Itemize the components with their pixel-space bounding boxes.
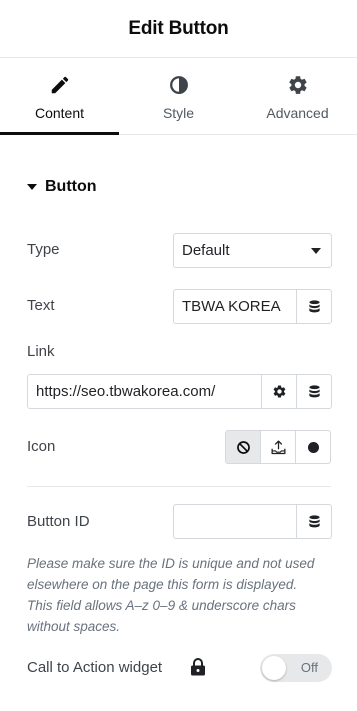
caret-down-icon	[27, 184, 37, 190]
type-label: Type	[27, 241, 60, 258]
tab-advanced[interactable]: Advanced	[238, 58, 357, 134]
divider	[27, 486, 331, 487]
button-id-dynamic-tags-button[interactable]	[296, 505, 331, 538]
database-icon	[308, 515, 320, 528]
icon-option-upload[interactable]	[260, 431, 295, 463]
chevron-down-icon	[311, 247, 321, 254]
gear-icon	[288, 76, 307, 94]
button-id-label: Button ID	[27, 513, 90, 530]
cta-label: Call to Action widget	[27, 659, 163, 676]
database-icon	[308, 385, 320, 398]
panel-header: Edit Button	[0, 0, 357, 58]
link-input[interactable]: https://seo.tbwakorea.com/	[28, 375, 261, 408]
circle-icon	[307, 441, 319, 453]
tab-advanced-label: Advanced	[266, 105, 329, 121]
type-select[interactable]: Default	[173, 233, 332, 268]
help-line: This field allows A–z 0–9 & underscore c…	[27, 598, 296, 613]
icon-option-library[interactable]	[295, 431, 330, 463]
icon-label: Icon	[27, 438, 56, 455]
link-field[interactable]: https://seo.tbwakorea.com/	[27, 374, 332, 409]
icon-picker	[225, 430, 331, 464]
link-dynamic-tags-button[interactable]	[296, 375, 331, 408]
lock-icon	[191, 658, 205, 676]
section-toggle-button[interactable]: Button	[27, 178, 97, 196]
help-line: Please make sure the ID is unique and no…	[27, 556, 315, 571]
link-options-button[interactable]	[261, 375, 296, 408]
tab-style-label: Style	[162, 105, 195, 121]
none-icon	[236, 440, 250, 454]
panel-title: Edit Button	[128, 17, 229, 39]
text-label: Text	[27, 297, 55, 314]
button-id-input[interactable]	[174, 505, 296, 538]
icon-option-none[interactable]	[226, 431, 260, 463]
upload-icon	[270, 439, 286, 454]
help-line: without spaces.	[27, 619, 121, 634]
help-line: elsewhere on the page this form is displ…	[27, 577, 298, 592]
tab-content-label: Content	[34, 105, 85, 121]
text-field[interactable]: TBWA KOREA	[173, 289, 332, 324]
toggle-state-text: Off	[300, 660, 318, 675]
text-input[interactable]: TBWA KOREA	[174, 290, 296, 323]
pencil-icon	[51, 76, 68, 94]
toggle-knob	[262, 656, 286, 680]
type-select-value: Default	[182, 242, 230, 259]
button-id-field[interactable]	[173, 504, 332, 539]
text-dynamic-tags-button[interactable]	[296, 290, 331, 323]
link-label: Link	[27, 343, 55, 360]
tab-bar: Content Style Advanced	[0, 58, 357, 135]
database-icon	[308, 300, 320, 313]
gear-icon	[273, 385, 285, 398]
tab-content[interactable]: Content	[0, 58, 119, 135]
section-title: Button	[45, 178, 97, 195]
half-circle-icon	[169, 76, 188, 94]
cta-toggle[interactable]: Off	[260, 654, 332, 682]
tab-style[interactable]: Style	[119, 58, 238, 134]
button-id-help-text: Please make sure the ID is unique and no…	[27, 553, 332, 637]
